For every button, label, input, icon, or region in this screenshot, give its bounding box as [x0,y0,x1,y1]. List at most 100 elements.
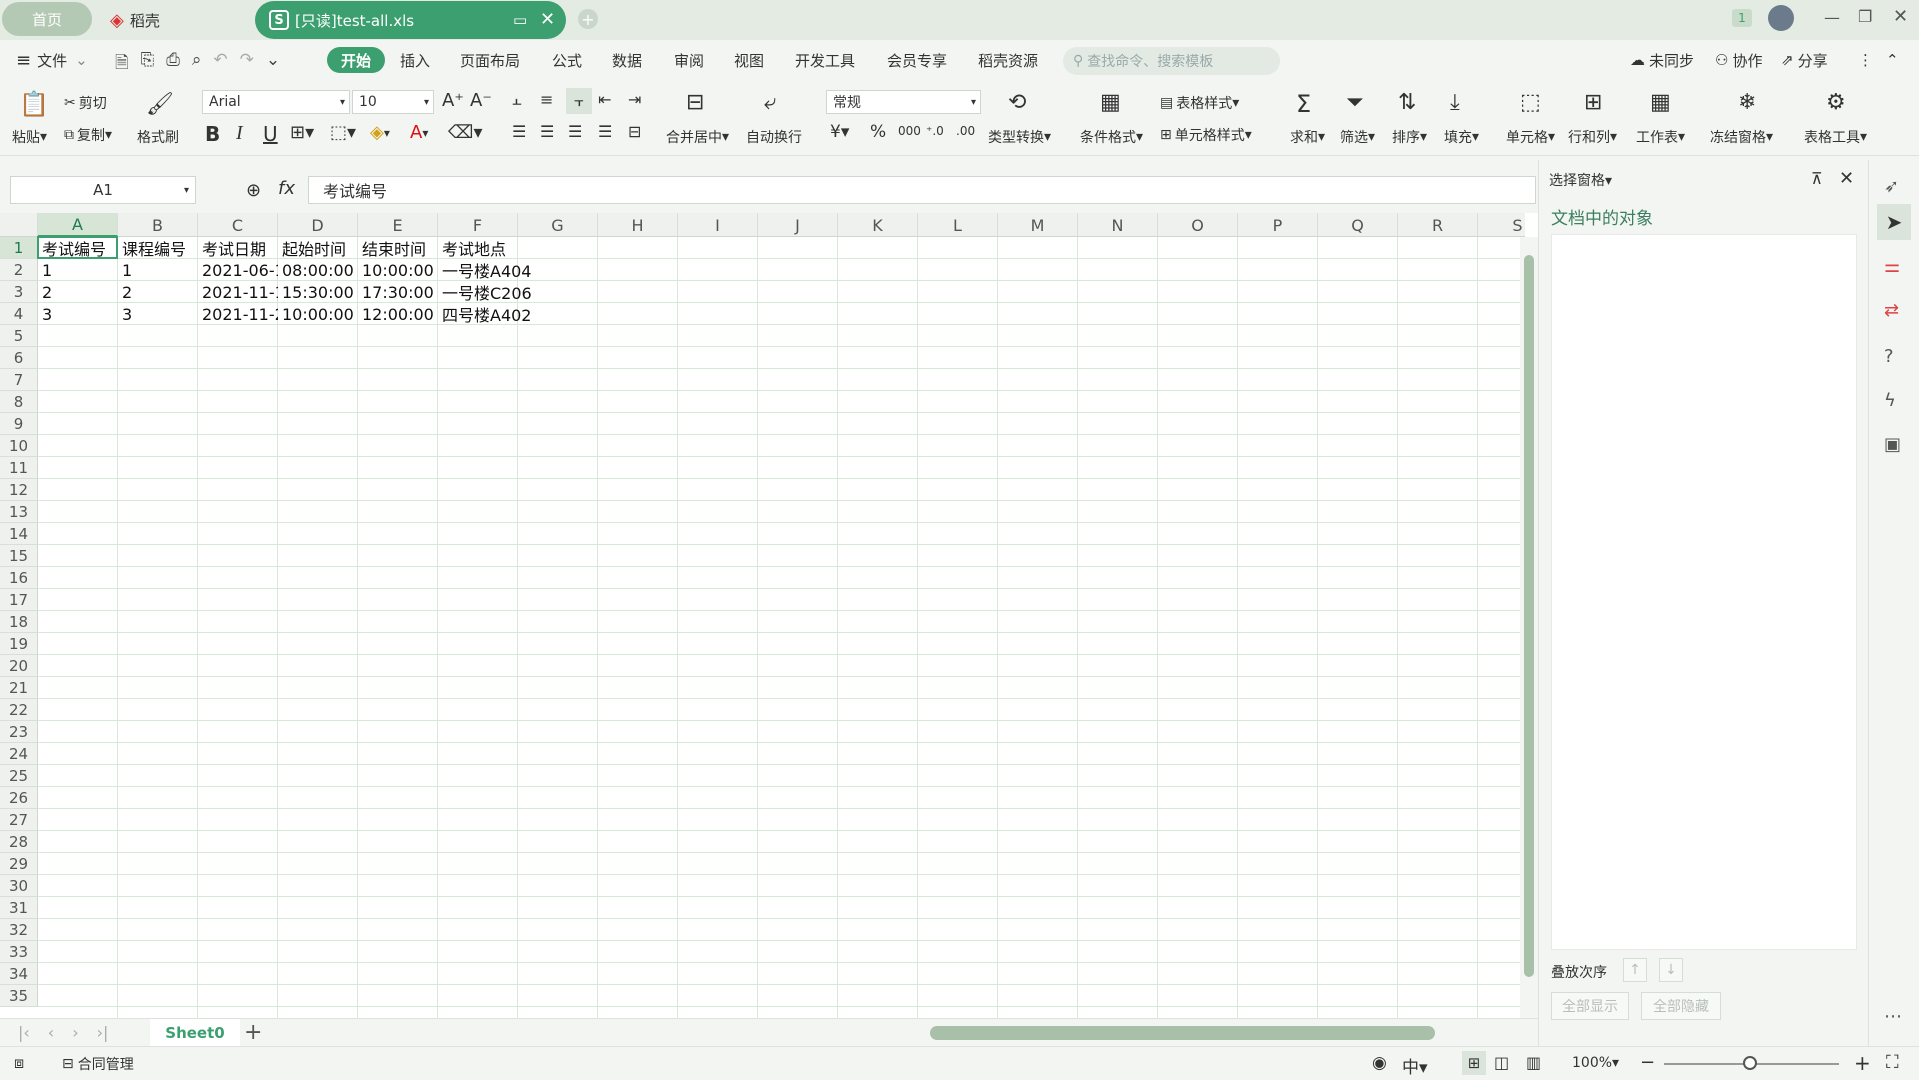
row-header[interactable]: 1 [0,237,38,259]
decrease-font-icon[interactable]: A⁻ [470,90,492,111]
menu-data[interactable]: 数据 [612,47,642,73]
sum-button[interactable]: 求和 ▾ [1290,126,1325,148]
row-header[interactable]: 15 [0,545,38,567]
type-convert-icon[interactable]: ⟲ [1008,90,1026,115]
increase-indent-icon[interactable]: ⇥ [628,90,641,109]
align-right-icon[interactable]: ☰ [568,122,582,141]
column-header[interactable]: B [118,213,198,237]
zoom-in-icon[interactable]: + [1854,1051,1871,1075]
cell[interactable]: 一号楼A404 [438,259,532,281]
close-pane-icon[interactable]: ✕ [1839,168,1854,189]
row-header[interactable]: 30 [0,875,38,897]
cell[interactable]: 10:00:00 [278,303,358,325]
column-header[interactable]: G [518,213,598,237]
vertical-scroll-thumb[interactable] [1524,255,1534,977]
cell[interactable]: 1 [118,259,198,281]
row-col-button[interactable]: 行和列 ▾ [1568,126,1617,148]
column-header[interactable]: R [1398,213,1478,237]
row-header[interactable]: 6 [0,347,38,369]
decrease-decimal-icon[interactable]: .00 [956,124,975,138]
sort-icon[interactable]: ⇅ [1398,90,1416,115]
cell[interactable]: 四号楼A402 [438,303,532,325]
cell[interactable]: 一号楼C206 [438,281,532,303]
increase-decimal-icon[interactable]: ⁺.0 [926,124,944,138]
new-tab-icon[interactable]: + [578,9,598,29]
row-col-icon[interactable]: ⊞ [1584,90,1602,115]
redo-icon[interactable]: ↷ [240,50,254,79]
row-header[interactable]: 8 [0,391,38,413]
eye-protect-icon[interactable]: ◉ [1372,1053,1387,1073]
align-middle-icon[interactable]: ≡ [540,90,553,109]
align-bottom-icon[interactable]: ⫟ [566,88,592,114]
tab-daoke[interactable]: ◈ 稻壳 [106,0,246,40]
row-header[interactable]: 24 [0,743,38,765]
row-header[interactable]: 20 [0,655,38,677]
cell[interactable]: 课程编号 [118,237,198,259]
close-window-icon[interactable]: ✕ [1893,6,1908,27]
sort-button[interactable]: 排序 ▾ [1392,126,1427,148]
cell[interactable]: 2021-11-1 [198,281,278,303]
column-header[interactable]: O [1158,213,1238,237]
row-header[interactable]: 7 [0,369,38,391]
justify-icon[interactable]: ☰ [598,122,612,141]
cell-button[interactable]: 单元格 ▾ [1506,126,1555,148]
spreadsheet-grid[interactable]: ABCDEFGHIJKLMNOPQRS 1 2 3 4 5 6 7 8 9 10 11 12 13 14 1… [0,213,1538,1018]
cell-icon[interactable]: ⬚ [1520,90,1541,115]
column-header[interactable]: H [598,213,678,237]
column-header[interactable]: N [1078,213,1158,237]
cell[interactable]: 08:00:00 [278,259,358,281]
brush-icon[interactable]: 🖌 [140,88,180,120]
help-icon[interactable]: ? [1884,346,1894,367]
row-header[interactable]: 5 [0,325,38,347]
cell[interactable]: 3 [38,303,118,325]
macro-icon[interactable]: ⧈ [14,1053,24,1073]
select-all-corner[interactable] [0,213,38,237]
export-pdf-icon[interactable]: ⎘ [141,50,155,79]
bold-icon[interactable]: B [205,122,220,146]
sum-icon[interactable]: Σ [1296,90,1311,118]
minimize-icon[interactable]: — [1824,8,1840,27]
contract-management[interactable]: ⊟ 合同管理 [62,1054,134,1074]
input-method-icon[interactable]: 中▾ [1402,1053,1428,1078]
column-header[interactable]: F [438,213,518,237]
underline-icon[interactable]: U [263,122,278,146]
cell[interactable]: 2 [38,281,118,303]
collapse-ribbon-icon[interactable]: ⌃ [1886,47,1899,73]
add-sheet-icon[interactable]: + [244,1020,262,1045]
more-menu-icon[interactable]: ⋮ [1858,47,1873,73]
column-header[interactable]: K [838,213,918,237]
horizontal-scroll-thumb[interactable] [930,1026,1435,1040]
row-header[interactable]: 9 [0,413,38,435]
font-color-icon[interactable]: A ▾ [410,122,428,143]
row-header[interactable]: 4 [0,303,38,325]
avatar[interactable] [1768,5,1794,31]
save-icon[interactable]: 🗎 [115,50,129,79]
column-header[interactable]: J [758,213,838,237]
menu-member[interactable]: 会员专享 [887,47,947,73]
table-tools-icon[interactable]: ⚙ [1826,90,1846,115]
sheet-tab-sheet0[interactable]: Sheet0 [150,1019,240,1047]
type-convert-button[interactable]: 类型转换 ▾ [988,126,1051,148]
fullscreen-icon[interactable]: ⛶ [1886,1052,1899,1073]
normal-view-icon[interactable]: ⊞ [1462,1051,1486,1075]
object-list[interactable] [1551,234,1857,950]
row-header[interactable]: 32 [0,919,38,941]
italic-icon[interactable]: I [236,122,243,145]
cell[interactable]: 3 [118,303,198,325]
fx-icon[interactable]: fx [278,178,295,199]
column-header[interactable]: D [278,213,358,237]
clear-format-icon[interactable]: ⌫▾ [448,122,483,143]
menu-developer[interactable]: 开发工具 [795,47,855,73]
row-header[interactable]: 14 [0,523,38,545]
currency-icon[interactable]: ¥▾ [830,122,849,142]
menu-review[interactable]: 审阅 [674,47,704,73]
collab-button[interactable]: ⚇ 协作 [1715,47,1762,73]
row-header[interactable]: 19 [0,633,38,655]
move-down-icon[interactable]: ↓ [1659,958,1683,982]
column-header[interactable]: E [358,213,438,237]
paste-button[interactable]: 粘贴 ▾ [12,126,47,148]
menu-view[interactable]: 视图 [734,47,764,73]
zoom-level[interactable]: 100%▾ [1572,1055,1619,1071]
merge-center-button[interactable]: 合并居中 ▾ [666,126,729,148]
distributed-align-icon[interactable]: ⊟ [628,122,641,141]
